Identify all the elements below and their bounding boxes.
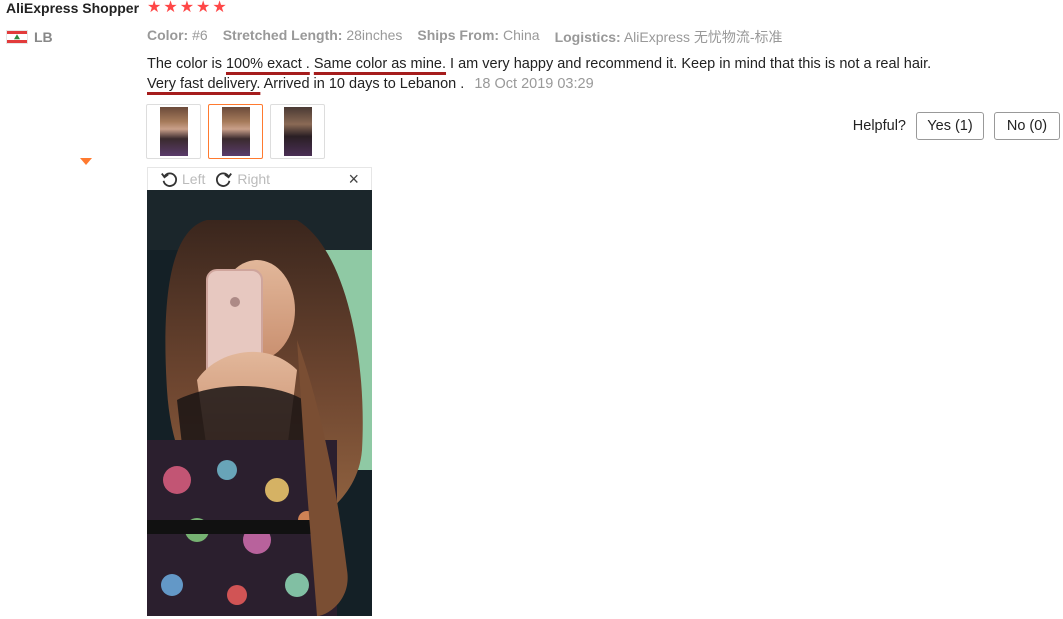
photo-viewer: Left Right × [147, 167, 372, 616]
review-thumbnails [146, 104, 325, 159]
review-body: The color is 100% exact . Same color as … [147, 56, 932, 92]
rotate-right-label: Right [237, 171, 271, 187]
review-date: 18 Oct 2019 03:29 [474, 76, 594, 92]
product-attributes: Color: #6 Stretched Length: 28inches Shi… [147, 27, 783, 47]
review-thumbnail[interactable] [146, 104, 201, 159]
selected-thumbnail-indicator [80, 158, 92, 165]
close-icon[interactable]: × [348, 169, 359, 189]
reviewer-name: AliExpress Shopper [6, 0, 140, 16]
helpful-label: Helpful? [852, 118, 906, 134]
review-page: AliExpress Shopper ★ ★ ★ ★ ★ LB Color: #… [0, 0, 1063, 619]
rotate-left-label: Left [182, 171, 206, 187]
rating-stars: ★ ★ ★ ★ ★ [147, 0, 227, 17]
rotate-right-button[interactable]: Right [215, 170, 270, 188]
review-photo-image [147, 190, 372, 616]
highlighted-phrase: 100% exact . [225, 56, 310, 72]
review-thumbnail[interactable] [270, 104, 325, 159]
attribute-ships-from: Ships From: China [417, 27, 540, 43]
star-icon: ★ [212, 0, 227, 16]
star-icon: ★ [196, 0, 211, 16]
photo-viewer-toolbar: Left Right × [147, 167, 372, 190]
rotate-right-icon [216, 172, 233, 187]
attribute-logistics: Logistics: AliExpress 无忧物流-标准 [554, 29, 783, 45]
country-code: LB [34, 29, 53, 45]
star-icon: ★ [179, 0, 195, 16]
highlighted-phrase: Very fast delivery. [147, 76, 261, 92]
helpful-votes: Helpful? Yes (1) No (0) [853, 112, 1060, 140]
helpful-no-button[interactable]: No (0) [994, 112, 1060, 140]
review-thumbnail-selected[interactable] [208, 104, 263, 159]
attribute-stretched-length: Stretched Length: 28inches [222, 27, 403, 43]
reviewer-country: LB [6, 29, 53, 45]
star-icon: ★ [163, 0, 178, 16]
highlighted-phrase: Same color as mine. [313, 56, 447, 72]
rotate-left-button[interactable]: Left [160, 170, 205, 188]
star-icon: ★ [147, 0, 162, 16]
lebanon-flag-icon [6, 30, 28, 44]
attribute-color: Color: #6 [147, 27, 208, 43]
rotate-left-icon [161, 172, 177, 187]
helpful-yes-button[interactable]: Yes (1) [916, 112, 984, 140]
review-photo-large [147, 190, 372, 616]
